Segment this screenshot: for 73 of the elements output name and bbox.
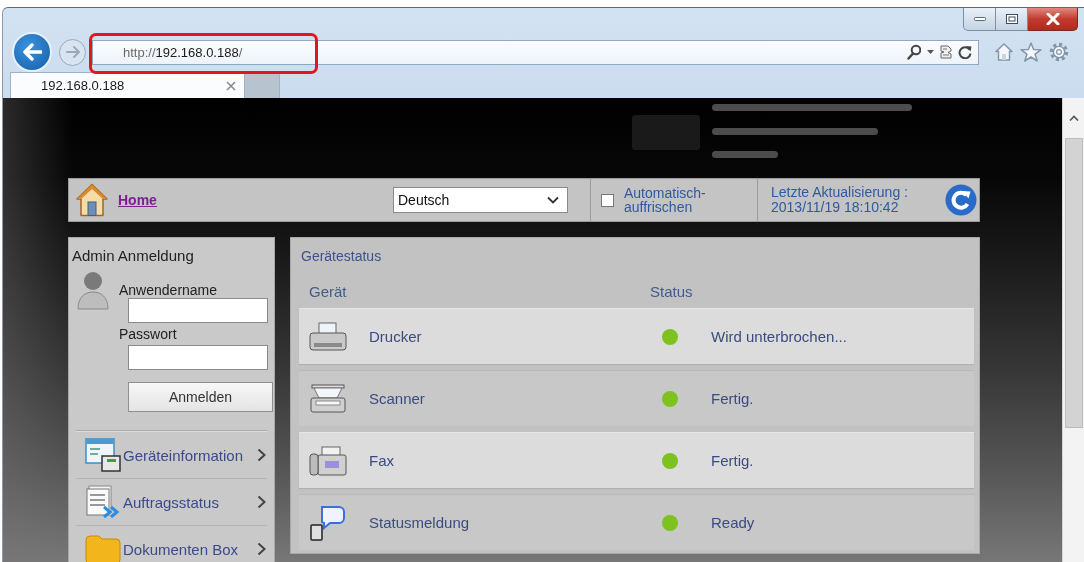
panel-title: Gerätestatus xyxy=(300,247,383,265)
speech-bubble-icon xyxy=(309,504,345,541)
chevron-right-icon xyxy=(257,495,266,509)
menu-item[interactable]: Geräteinformation xyxy=(72,432,271,478)
device-name: Statusmeldung xyxy=(369,514,471,531)
refresh-button[interactable] xyxy=(945,184,977,216)
search-button[interactable] xyxy=(907,44,921,60)
redacted-bar xyxy=(712,151,778,158)
house-icon[interactable] xyxy=(76,183,108,217)
refresh-icon xyxy=(945,184,977,216)
refresh-icon xyxy=(958,45,972,59)
compatibility-button[interactable] xyxy=(940,45,952,59)
refresh-button[interactable] xyxy=(958,45,972,59)
device-name: Scanner xyxy=(369,390,426,407)
device-name: Fax xyxy=(369,452,395,469)
back-button[interactable] xyxy=(12,32,52,72)
scrollbar-thumb[interactable] xyxy=(1064,138,1083,428)
star-icon xyxy=(1020,42,1042,62)
broken-page-icon xyxy=(940,45,952,59)
folder-icon xyxy=(85,534,121,562)
scanner-icon xyxy=(309,383,347,414)
close-button[interactable] xyxy=(1028,8,1078,31)
maximize-button[interactable] xyxy=(996,8,1028,31)
last-update-label: Letzte Aktualisierung : xyxy=(771,185,908,200)
column-header: Status xyxy=(650,283,694,301)
field-label: Passwort xyxy=(119,326,177,342)
menu-item[interactable]: Auftragsstatus xyxy=(72,479,271,525)
column-header: Gerät xyxy=(309,283,348,301)
close-icon xyxy=(1045,13,1060,25)
redacted-block xyxy=(632,115,700,150)
chevron-right-icon xyxy=(257,542,266,556)
language-select[interactable]: Deutsch xyxy=(393,187,568,213)
home-button[interactable] xyxy=(995,43,1013,61)
status-text: Fertig. xyxy=(711,452,755,469)
input-field[interactable] xyxy=(128,345,268,370)
panel-title: Admin Anmeldung xyxy=(72,247,195,265)
document-stack-icon xyxy=(85,485,121,519)
menu-item[interactable]: Dokumenten Box xyxy=(72,526,271,562)
search-icon xyxy=(907,44,921,60)
home-link[interactable]: Home xyxy=(118,192,157,208)
status-text: Wird unterbrochen... xyxy=(711,328,848,345)
favorites-button[interactable] xyxy=(1020,42,1042,62)
maximize-icon xyxy=(1005,14,1018,24)
arrow-left-icon xyxy=(22,43,42,61)
address-field[interactable]: http://192.168.0.188/ xyxy=(92,39,979,65)
chevron-right-icon xyxy=(257,448,266,462)
minimize-icon xyxy=(973,17,986,21)
field-label: Anwendername xyxy=(119,282,218,298)
status-text: Fertig. xyxy=(711,390,755,407)
fax-icon xyxy=(309,445,347,476)
status-text: Ready xyxy=(711,514,756,531)
forward-button[interactable] xyxy=(59,38,86,66)
login-button[interactable]: Anmelden xyxy=(128,382,273,412)
dropdown-button[interactable] xyxy=(927,50,934,54)
settings-button[interactable] xyxy=(1049,42,1069,62)
checkbox[interactable] xyxy=(601,193,614,207)
user-silhouette-icon xyxy=(77,270,109,310)
minimize-button[interactable] xyxy=(963,8,996,31)
device-name: Drucker xyxy=(369,328,423,345)
last-update-value: 2013/11/19 18:10:42 xyxy=(771,200,899,215)
browser-tab[interactable]: 192.168.0.188 xyxy=(10,72,245,98)
chevron-down-icon xyxy=(547,196,559,204)
checkbox-label: Automatisch-auffrischen xyxy=(624,186,707,214)
settings-icon xyxy=(1049,42,1069,62)
screen-printer-icon xyxy=(85,438,121,472)
caret-up-icon xyxy=(1068,115,1079,121)
printer-icon xyxy=(309,321,347,352)
new-tab-button[interactable] xyxy=(245,72,280,98)
arrow-right-icon xyxy=(65,46,80,58)
close-icon[interactable] xyxy=(226,80,236,91)
input-field[interactable] xyxy=(128,298,268,323)
home-icon xyxy=(995,43,1013,61)
caret-down-icon xyxy=(927,50,934,54)
